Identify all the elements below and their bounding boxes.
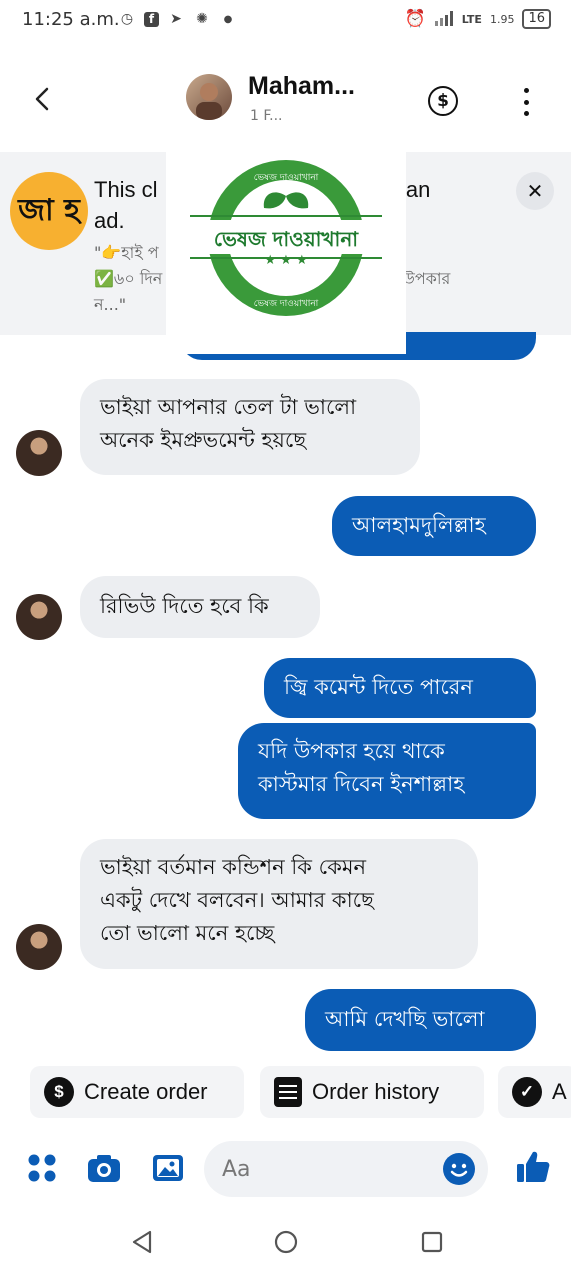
receipt-icon	[274, 1077, 302, 1107]
message-line: যদি উপকার হয়ে থাকে	[258, 739, 445, 763]
settings-notification-icon: ✺	[196, 11, 208, 27]
battery-indicator: 16	[522, 9, 551, 29]
system-indicators: ⏰ LTE 1.95 16	[405, 9, 551, 29]
ad-title-left: This cl	[94, 177, 158, 202]
outgoing-message[interactable]: জ্বি কমেন্ট দিতে পারেন	[264, 658, 536, 718]
contact-name[interactable]: Maham...	[248, 72, 355, 101]
svg-text:★ ★ ★: ★ ★ ★	[264, 253, 307, 268]
message-line: অনেক ইমপ্রুভমেন্ট হয়ছে	[100, 428, 307, 452]
message-line: আমি দেখছি ভালো	[325, 1007, 485, 1031]
contact-avatar-small	[16, 430, 62, 476]
brand-watermark-overlay: ★ ★ ★ ভেষজ দাওয়াখানা ভেষজ দাওয়াখানা ভে…	[166, 150, 406, 354]
incoming-message[interactable]: ভাইয়া বর্তমান কন্ডিশন কি কেমন একটু দেখে…	[80, 839, 478, 969]
chip-label: Create order	[84, 1079, 208, 1104]
nav-recents-icon[interactable]	[418, 1228, 446, 1260]
order-history-button[interactable]: Order history	[260, 1066, 484, 1118]
dollar-icon: $	[44, 1077, 74, 1107]
message-line: আলহামদুলিল্লাহ	[352, 513, 486, 537]
ad-snippet-line2: ✅৬০ দিন	[94, 269, 163, 288]
back-arrow-icon[interactable]	[30, 86, 56, 112]
create-order-button[interactable]: $ Create order	[30, 1066, 244, 1118]
emoji-icon[interactable]	[443, 1153, 475, 1185]
outgoing-message[interactable]: আমি দেখছি ভালো	[305, 989, 536, 1051]
ad-page-logo: জা হ	[10, 172, 88, 250]
arrow-notification-icon: ➤	[170, 11, 182, 27]
logo-arc-bottom: ভেষজ দাওয়াখানা	[254, 299, 319, 309]
dot-icon: ●	[223, 13, 233, 25]
gallery-icon[interactable]	[150, 1150, 186, 1186]
ad-snippet-line2-right: উপকার	[402, 269, 451, 288]
contact-avatar[interactable]	[186, 74, 232, 120]
logo-arc-top: ভেষজ দাওয়াখানা	[254, 173, 319, 183]
signal-icon	[434, 10, 454, 29]
contact-subtitle: 1 F...	[250, 108, 283, 124]
close-icon: ✕	[526, 179, 544, 203]
outgoing-message[interactable]: আলহামদুলিল্লাহ	[332, 496, 536, 556]
message-line: রিভিউ দিতে হবে কি	[100, 594, 269, 618]
message-placeholder: Aa	[222, 1156, 251, 1182]
herbal-shop-logo: ★ ★ ★ ভেষজ দাওয়াখানা ভেষজ দাওয়াখানা ভে…	[190, 156, 382, 320]
status-bar: 11:25 a.m. ◷ f ➤ ✺ ● ⏰ LTE 1.95 16	[0, 0, 571, 44]
contact-avatar-small	[16, 594, 62, 640]
nav-back-icon[interactable]	[128, 1228, 156, 1260]
incoming-message[interactable]: রিভিউ দিতে হবে কি	[80, 576, 320, 638]
message-line: কাস্টমার দিবেন ইনশাল্লাহ	[258, 772, 465, 796]
network-speed: 1.95	[489, 12, 515, 26]
message-line: ভাইয়া আপনার তেল টা ভালো	[100, 395, 357, 419]
more-options-icon[interactable]	[516, 88, 536, 116]
alarm-icon: ⏰	[404, 9, 426, 29]
ad-title-line2: ad.	[94, 208, 125, 233]
message-line: জ্বি কমেন্ট দিতে পারেন	[284, 675, 473, 699]
contact-avatar-small	[16, 924, 62, 970]
logo-main-text: ভেষজ দাওয়াখানা	[214, 227, 359, 251]
status-time: 11:25 a.m.	[22, 9, 120, 30]
clock-notification-icon: ◷	[120, 11, 134, 27]
ad-close-button[interactable]: ✕	[516, 172, 554, 210]
facebook-icon: f	[144, 11, 159, 27]
chip-label: A	[552, 1079, 567, 1104]
nav-home-icon[interactable]	[272, 1228, 300, 1260]
third-action-chip[interactable]: ✓ A	[498, 1066, 571, 1118]
network-type: LTE	[461, 12, 482, 26]
apps-grid-icon[interactable]	[24, 1150, 60, 1186]
outgoing-message[interactable]: যদি উপকার হয়ে থাকে কাস্টমার দিবেন ইনশাল…	[238, 723, 536, 819]
incoming-message[interactable]: ভাইয়া আপনার তেল টা ভালো অনেক ইমপ্রুভমেন…	[80, 379, 420, 475]
camera-icon[interactable]	[86, 1150, 122, 1186]
ad-snippet-line1: "👉হাই প	[94, 243, 159, 262]
message-line: ভাইয়া বর্তমান কন্ডিশন কি কেমন	[100, 855, 367, 879]
chip-label: Order history	[312, 1079, 440, 1104]
ad-snippet-line3: ন..."	[94, 295, 127, 314]
notification-icons: ◷ f ➤ ✺ ●	[118, 10, 237, 28]
system-navigation-bar	[0, 1210, 571, 1280]
message-line: একটু দেখে বলবেন। আমার কাছে	[100, 888, 374, 912]
thumbs-up-icon[interactable]	[514, 1148, 550, 1184]
check-icon: ✓	[512, 1077, 542, 1107]
payment-dollar-icon[interactable]: $	[428, 86, 458, 116]
message-line: তো ভালো মনে হচ্ছে	[100, 921, 275, 945]
